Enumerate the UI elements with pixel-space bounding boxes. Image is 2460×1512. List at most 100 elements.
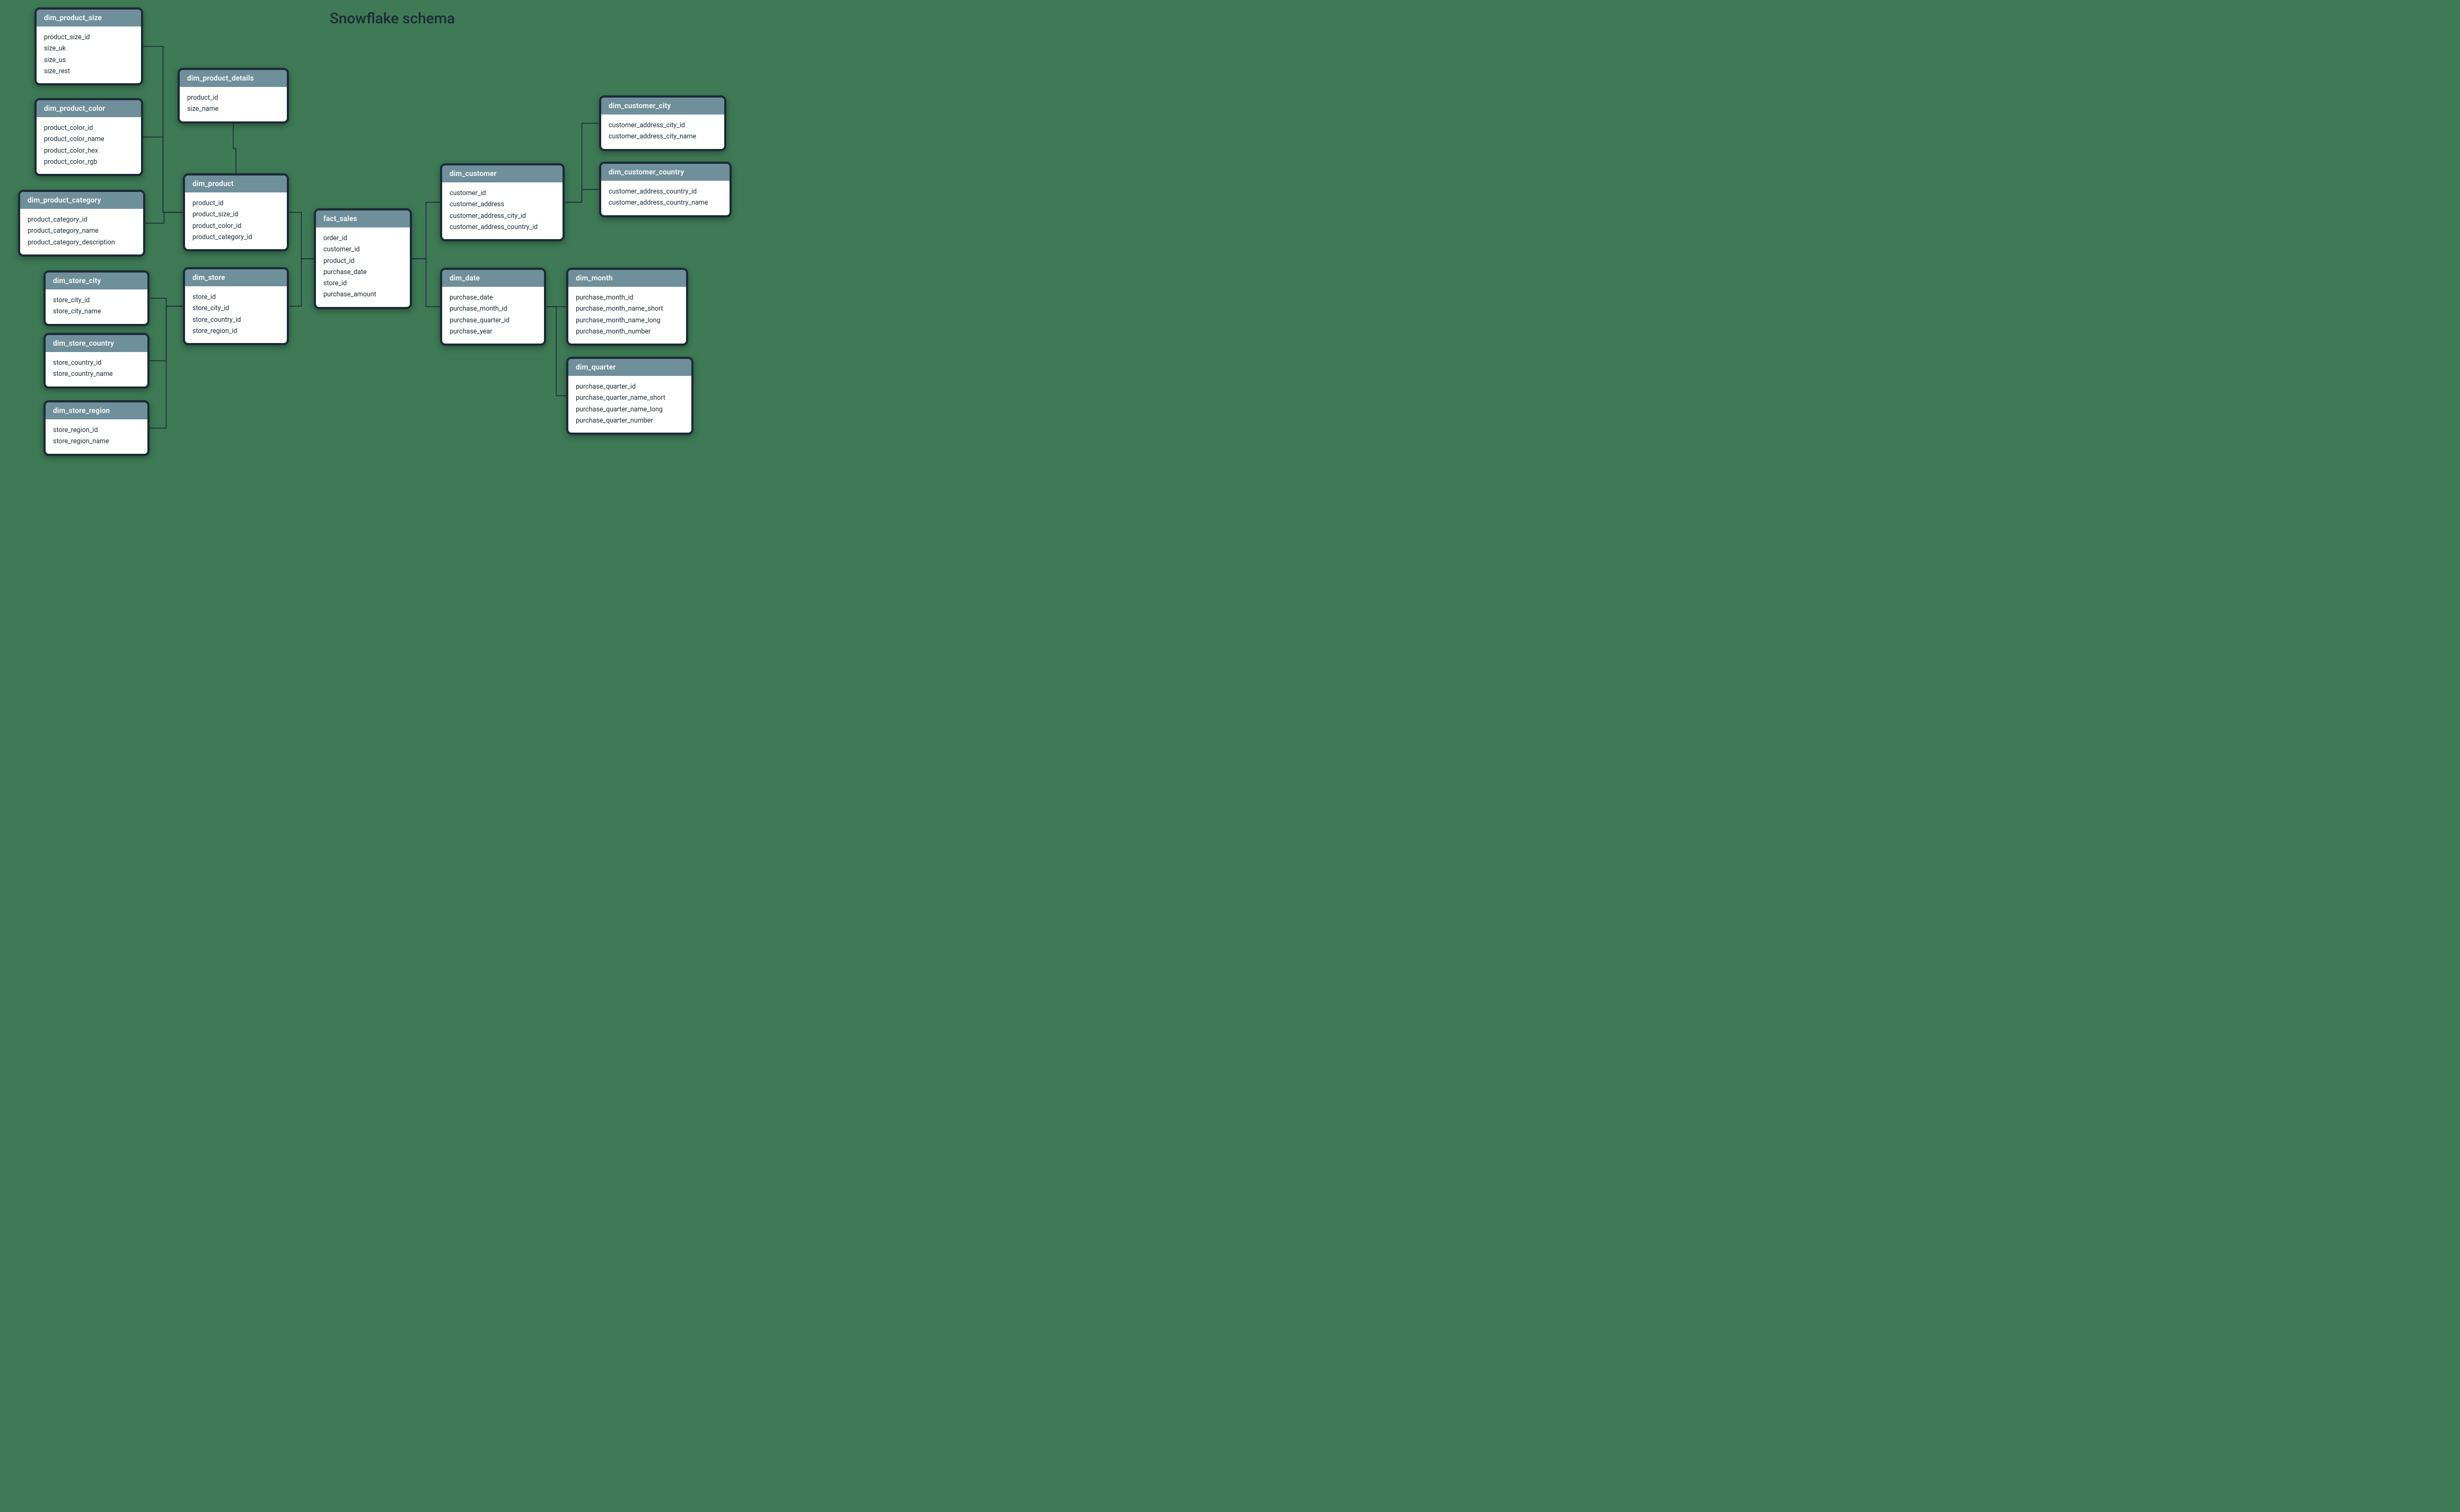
connector-line xyxy=(150,306,183,428)
field: purchase_amount xyxy=(323,289,402,300)
table-header: dim_customer xyxy=(442,165,563,182)
table-body: purchase_quarter_idpurchase_quarter_name… xyxy=(568,376,691,433)
connector-line xyxy=(143,137,183,213)
connector-line xyxy=(565,124,599,203)
field: customer_address_city_id xyxy=(450,210,555,222)
table-body: store_idstore_city_idstore_country_idsto… xyxy=(185,286,287,343)
field: product_category_id xyxy=(28,214,136,225)
field: purchase_quarter_id xyxy=(576,381,684,392)
field: customer_id xyxy=(450,188,555,199)
table-header: dim_customer_country xyxy=(601,164,730,181)
table-header: dim_product_color xyxy=(37,100,141,117)
table-body: purchase_month_idpurchase_month_name_sho… xyxy=(568,287,686,344)
field: product_category_description xyxy=(28,237,136,248)
table-body: customer_address_country_idcustomer_addr… xyxy=(601,181,730,215)
field: customer_address_country_name xyxy=(609,197,722,208)
field: product_size_id xyxy=(44,32,134,43)
table-header: dim_store xyxy=(185,269,287,286)
field: purchase_month_name_long xyxy=(576,315,679,326)
field: store_country_id xyxy=(53,357,140,368)
field: size_us xyxy=(44,55,134,66)
field: product_id xyxy=(187,92,279,103)
field: store_id xyxy=(192,292,279,303)
table-header: dim_store_city xyxy=(46,272,147,289)
table-header: dim_customer_city xyxy=(601,98,724,115)
table-body: store_region_idstore_region_name xyxy=(46,419,147,454)
field: customer_id xyxy=(323,244,402,255)
table-body: store_country_idstore_country_name xyxy=(46,352,147,386)
field: product_color_id xyxy=(44,122,134,134)
table-dim_quarter: dim_quarterpurchase_quarter_idpurchase_q… xyxy=(566,357,693,435)
table-fact_sales: fact_salesorder_idcustomer_idproduct_idp… xyxy=(314,208,412,309)
field: product_size_id xyxy=(192,209,279,220)
table-header: dim_product_details xyxy=(180,70,287,87)
field: order_id xyxy=(323,233,402,244)
field: product_category_id xyxy=(192,232,279,243)
field: purchase_month_number xyxy=(576,326,679,337)
table-body: product_size_idsize_uksize_ussize_rest xyxy=(37,27,141,83)
table-dim_customer_country: dim_customer_countrycustomer_address_cou… xyxy=(599,162,732,217)
field: product_category_name xyxy=(28,225,136,236)
field: store_country_id xyxy=(192,314,279,326)
connector-line xyxy=(289,259,314,306)
table-dim_store: dim_storestore_idstore_city_idstore_coun… xyxy=(183,267,289,345)
field: purchase_date xyxy=(450,292,537,303)
table-dim_customer_city: dim_customer_citycustomer_address_city_i… xyxy=(599,95,726,151)
field: product_color_id xyxy=(192,221,279,232)
field: size_rest xyxy=(44,66,134,77)
table-header: dim_product_size xyxy=(37,10,141,27)
connector-line xyxy=(546,307,566,396)
table-body: store_city_idstore_city_name xyxy=(46,289,147,324)
table-header: dim_month xyxy=(568,270,686,287)
field: purchase_quarter_id xyxy=(450,315,537,326)
field: store_region_id xyxy=(192,326,279,337)
field: size_uk xyxy=(44,43,134,54)
field: customer_address_city_name xyxy=(609,131,717,142)
field: purchase_month_name_short xyxy=(576,303,679,314)
field: purchase_quarter_name_short xyxy=(576,392,684,403)
field: purchase_month_id xyxy=(450,303,537,314)
connector-line xyxy=(143,47,183,213)
table-dim_store_country: dim_store_countrystore_country_idstore_c… xyxy=(43,333,150,389)
table-header: dim_date xyxy=(442,270,544,287)
connector-line xyxy=(412,203,440,259)
table-body: product_idproduct_size_idproduct_color_i… xyxy=(185,192,287,249)
table-dim_product_size: dim_product_sizeproduct_size_idsize_uksi… xyxy=(34,7,143,85)
table-dim_product_details: dim_product_detailsproduct_idsize_name xyxy=(178,68,289,124)
connector-line xyxy=(150,298,183,306)
table-header: fact_sales xyxy=(316,210,410,227)
connector-line xyxy=(565,190,599,203)
connector-line xyxy=(412,259,440,307)
field: store_city_id xyxy=(192,303,279,314)
table-body: purchase_datepurchase_month_idpurchase_q… xyxy=(442,287,544,344)
field: product_color_name xyxy=(44,134,134,145)
table-header: dim_quarter xyxy=(568,359,691,376)
table-body: order_idcustomer_idproduct_idpurchase_da… xyxy=(316,227,410,307)
table-dim_store_city: dim_store_citystore_city_idstore_city_na… xyxy=(43,270,150,326)
table-dim_date: dim_datepurchase_datepurchase_month_idpu… xyxy=(440,268,546,346)
field: store_id xyxy=(323,278,402,289)
field: purchase_year xyxy=(450,326,537,337)
table-dim_product: dim_productproduct_idproduct_size_idprod… xyxy=(183,173,289,251)
connector-line xyxy=(289,213,314,259)
table-body: customer_address_city_idcustomer_address… xyxy=(601,115,724,149)
field: store_city_name xyxy=(53,306,140,317)
field: product_color_hex xyxy=(44,145,134,156)
table-body: product_idsize_name xyxy=(180,87,287,121)
field: purchase_quarter_number xyxy=(576,415,684,426)
table-body: customer_idcustomer_addresscustomer_addr… xyxy=(442,182,563,239)
table-dim_product_category: dim_product_categoryproduct_category_idp… xyxy=(18,190,145,257)
field: store_city_id xyxy=(53,295,140,306)
field: size_name xyxy=(187,103,279,115)
connector-line xyxy=(145,213,183,224)
field: customer_address_country_id xyxy=(609,186,722,197)
table-header: dim_product_category xyxy=(20,192,143,209)
field: product_color_rgb xyxy=(44,156,134,168)
field: purchase_date xyxy=(323,267,402,278)
table-header: dim_store_country xyxy=(46,335,147,352)
field: store_region_name xyxy=(53,436,140,447)
table-dim_product_color: dim_product_colorproduct_color_idproduct… xyxy=(34,98,143,176)
field: customer_address_country_id xyxy=(450,222,555,233)
diagram-stage: Snowflake schema dim_product_sizeproduct… xyxy=(0,0,785,482)
table-body: product_category_idproduct_category_name… xyxy=(20,209,143,254)
